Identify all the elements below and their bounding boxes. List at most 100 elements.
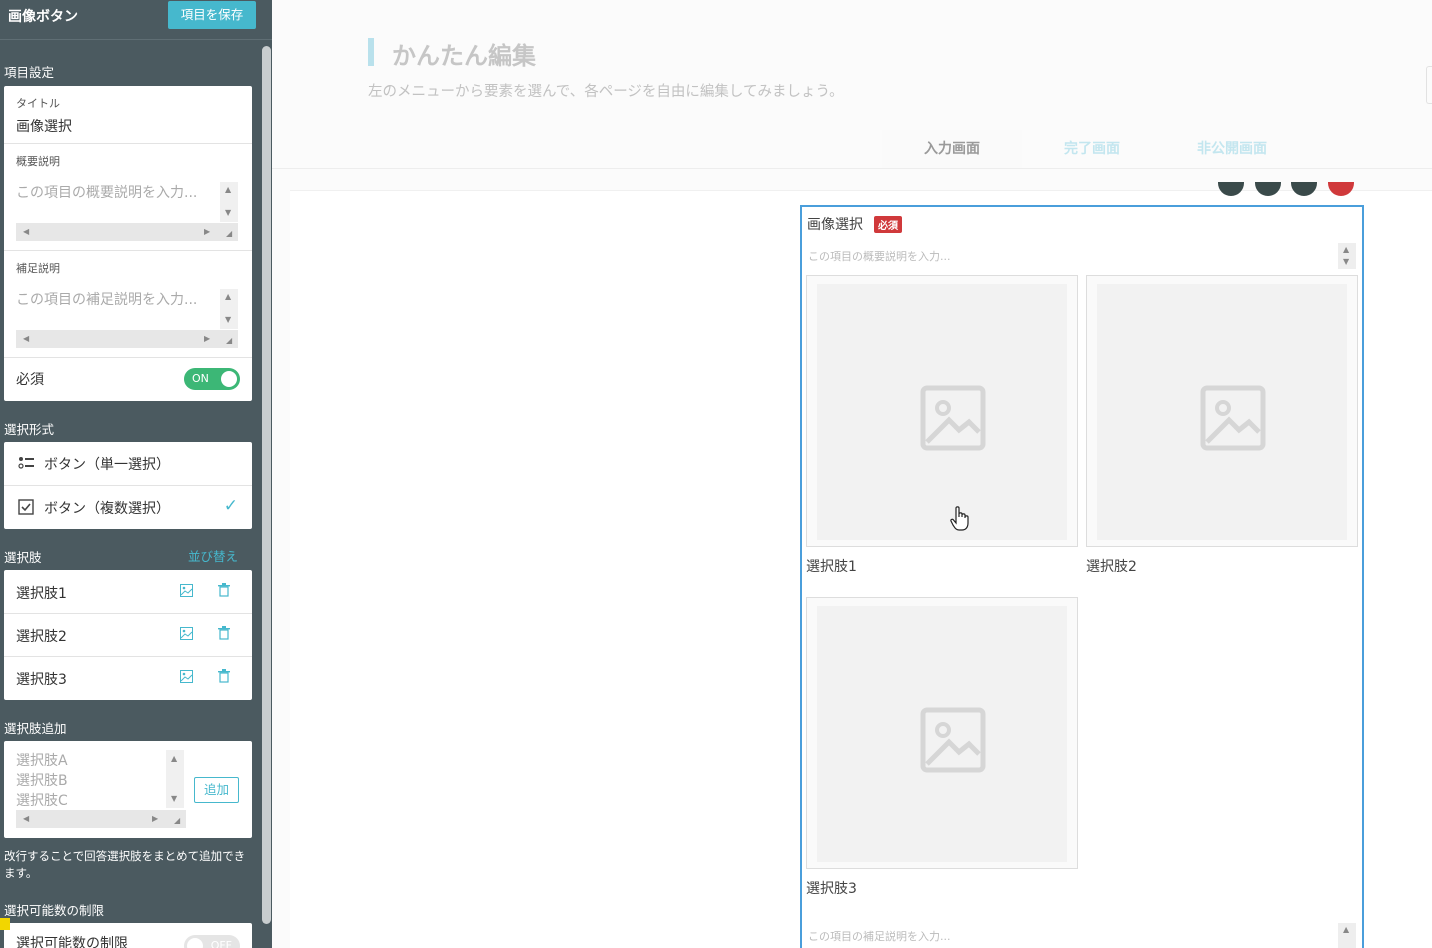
choice-row: 選択肢2 (4, 613, 252, 656)
selection-format-card: ボタン（単一選択） ボタン（複数選択） ✓ (4, 442, 252, 529)
scroll-up-icon[interactable]: ▲ (1343, 925, 1349, 934)
choice-image[interactable] (806, 275, 1078, 547)
toggle-knob (187, 938, 203, 948)
sort-link[interactable]: 並び替え (188, 546, 238, 565)
image-icon[interactable] (180, 627, 193, 640)
scroll-up-icon[interactable]: ▲ (171, 754, 177, 763)
image-select-item[interactable]: 画像選択 必須 この項目の概要説明を入力... ▲ ▼ 選択肢1 選択肢2 選択… (800, 205, 1364, 948)
sidebar-title: 画像ボタン (8, 9, 78, 25)
add-choices-textarea-line[interactable]: 選択肢B (16, 770, 68, 790)
scroll-right-icon[interactable]: ▶ (204, 227, 210, 236)
side-panel-edge[interactable] (1426, 66, 1432, 104)
item-settings-card: タイトル 画像選択 概要説明 この項目の概要説明を入力... ▲ ▼ ◀ ▶ ◢… (4, 86, 252, 401)
sidebar-header: 画像ボタン 項目を保存 (0, 0, 272, 40)
save-item-button[interactable]: 項目を保存 (168, 1, 256, 29)
supplement-vscroll[interactable]: ▲ ▼ (220, 289, 238, 329)
trash-icon[interactable] (218, 583, 230, 597)
resize-handle-icon[interactable]: ◢ (226, 336, 232, 345)
add-choices-vscroll[interactable]: ▲ ▼ (166, 750, 184, 808)
item-title: 画像選択 (807, 217, 863, 233)
trash-icon[interactable] (218, 626, 230, 640)
main-area: かんたん編集 左のメニューから要素を選んで、各ページを自由に編集してみましょう。… (272, 0, 1432, 948)
scroll-up-icon[interactable]: ▲ (225, 185, 231, 194)
choice-row: 選択肢3 (4, 656, 252, 699)
page-description: 左のメニューから要素を選んで、各ページを自由に編集してみましょう。 (368, 84, 844, 100)
choice-image[interactable] (1086, 275, 1358, 547)
tab-complete[interactable]: 完了画面 (1022, 130, 1162, 168)
add-choices-textarea-line[interactable]: 選択肢A (16, 750, 68, 770)
limit-card: 選択可能数の制限 OFF (4, 923, 252, 948)
image-placeholder-icon (1200, 385, 1266, 451)
scroll-down-icon[interactable]: ▼ (171, 794, 177, 803)
add-choices-button[interactable]: 追加 (194, 777, 239, 803)
summary-hscroll[interactable]: ◀ ▶ ◢ (16, 223, 238, 241)
highlight-marker (0, 918, 10, 930)
option-single-select[interactable]: ボタン（単一選択） (4, 442, 252, 485)
divider (4, 250, 252, 251)
resize-handle-icon[interactable]: ◢ (226, 229, 232, 238)
choice-label[interactable]: 選択肢2 (16, 626, 67, 646)
image-icon[interactable] (180, 584, 193, 597)
item-settings-label: 項目設定 (4, 65, 55, 80)
trash-icon[interactable] (218, 669, 230, 683)
image-icon[interactable] (180, 670, 193, 683)
tab-divider (272, 168, 1432, 169)
choice-label: 選択肢3 (806, 881, 857, 897)
scroll-left-icon[interactable]: ◀ (23, 814, 29, 823)
option-label: ボタン（単一選択） (44, 457, 170, 473)
choice-label: 選択肢2 (1086, 559, 1137, 575)
required-badge: 必須 (874, 216, 902, 233)
summary-textarea[interactable]: この項目の概要説明を入力... (16, 182, 221, 202)
sidebar-scrollbar[interactable] (262, 46, 271, 924)
scroll-up-icon[interactable]: ▲ (1343, 245, 1349, 254)
selected-check-icon: ✓ (223, 496, 238, 516)
choice-label[interactable]: 選択肢1 (16, 583, 67, 603)
hand-cursor-icon (950, 506, 969, 531)
title-input[interactable]: 画像選択 (16, 116, 72, 136)
item-summary-input[interactable]: この項目の概要説明を入力... (808, 248, 951, 264)
limit-label: 選択可能数の制限 (16, 936, 128, 948)
add-choices-hscroll[interactable]: ◀ ▶ ◢ (16, 810, 186, 828)
scroll-left-icon[interactable]: ◀ (23, 227, 29, 236)
scroll-down-icon[interactable]: ▼ (225, 315, 231, 324)
limit-toggle[interactable]: OFF (184, 935, 240, 948)
scroll-right-icon[interactable]: ▶ (152, 814, 158, 823)
limit-section-label: 選択可能数の制限 (4, 903, 105, 918)
list-icon (18, 457, 34, 469)
required-toggle[interactable]: ON (184, 368, 240, 390)
summary-label: 概要説明 (16, 155, 60, 168)
summary-scroll[interactable]: ▲ ▼ (1338, 243, 1356, 269)
image-placeholder-icon (920, 707, 986, 773)
scroll-right-icon[interactable]: ▶ (204, 334, 210, 343)
supplement-textarea[interactable]: この項目の補足説明を入力... (16, 289, 221, 309)
choice-label: 選択肢1 (806, 559, 857, 575)
divider (4, 357, 252, 358)
image-area (1097, 284, 1347, 540)
choice-label[interactable]: 選択肢3 (16, 669, 67, 689)
checkbox-icon (18, 499, 34, 515)
supplement-hscroll[interactable]: ◀ ▶ ◢ (16, 330, 238, 348)
option-multi-select[interactable]: ボタン（複数選択） ✓ (4, 486, 252, 529)
selection-format-label: 選択形式 (4, 422, 55, 437)
scroll-left-icon[interactable]: ◀ (23, 334, 29, 343)
scroll-down-icon[interactable]: ▼ (1343, 257, 1349, 266)
item-supplement-input[interactable]: この項目の補足説明を入力... (808, 928, 951, 944)
add-choices-label: 選択肢追加 (4, 721, 67, 736)
sidebar: 画像ボタン 項目を保存 項目設定 タイトル 画像選択 概要説明 この項目の概要説… (0, 0, 272, 948)
supplement-scroll[interactable]: ▲ (1338, 923, 1356, 948)
add-choices-textarea-line[interactable]: 選択肢C (16, 790, 68, 810)
tab-input[interactable]: 入力画面 (882, 130, 1022, 168)
tab-private[interactable]: 非公開画面 (1162, 130, 1302, 168)
option-label: ボタン（複数選択） (44, 501, 170, 517)
title-accent-bar (368, 38, 374, 66)
summary-vscroll[interactable]: ▲ ▼ (220, 182, 238, 222)
resize-handle-icon[interactable]: ◢ (174, 816, 180, 825)
choice-image[interactable] (806, 597, 1078, 869)
scroll-up-icon[interactable]: ▲ (225, 292, 231, 301)
toggle-state: OFF (210, 939, 232, 948)
supplement-label: 補足説明 (16, 262, 60, 275)
divider (4, 143, 252, 144)
scroll-down-icon[interactable]: ▼ (225, 208, 231, 217)
choices-label: 選択肢 (4, 550, 42, 565)
add-choices-note: 改行することで回答選択肢をまとめて追加できます。 (4, 849, 246, 880)
